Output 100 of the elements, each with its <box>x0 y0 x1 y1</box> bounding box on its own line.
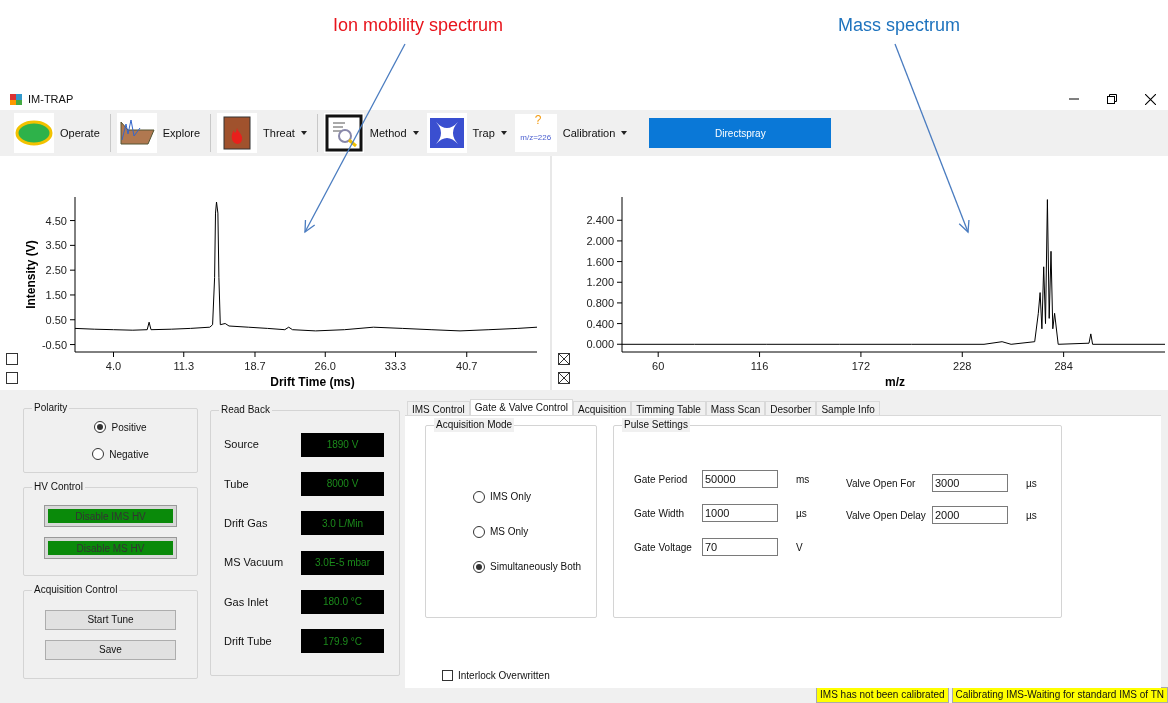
y-tick-label: -0.50 <box>41 338 67 351</box>
caret-icon <box>412 131 419 135</box>
caret-icon <box>500 131 507 135</box>
field-label: Gate Voltage <box>634 540 693 555</box>
y-tick-label: 4.50 <box>45 214 67 227</box>
y-tick-label: 1.50 <box>45 288 67 301</box>
group-title: Acquisition Mode <box>434 418 515 432</box>
field-label: Valve Open For <box>846 476 917 491</box>
directspray-button[interactable]: Directspray <box>649 118 832 148</box>
radio-option[interactable]: Negative <box>92 446 149 462</box>
radio-option[interactable]: Simultaneously Both <box>473 559 596 574</box>
y-axis-title: Intensity (V) <box>24 240 38 309</box>
x-tick-label: 228 <box>953 360 972 372</box>
y-tick-label: 2.000 <box>586 234 614 247</box>
input-field[interactable]: 3000 <box>932 474 1008 492</box>
y-tick-label: 2.50 <box>45 264 67 277</box>
radio-option[interactable]: Positive <box>94 419 147 435</box>
x-tick-label: 60 <box>652 360 665 372</box>
unit-label: µs <box>1026 476 1038 491</box>
caret-icon <box>300 131 307 135</box>
x-tick-label: 26.0 <box>314 360 336 372</box>
annotation-label: Ion mobility spectrum <box>333 14 504 37</box>
action-button[interactable]: Start Tune <box>45 609 176 630</box>
tab[interactable]: IMS Control <box>407 401 470 415</box>
tab[interactable]: Desorber <box>765 401 817 415</box>
group-title: Polarity <box>32 401 70 415</box>
radio-option[interactable]: IMS Only <box>473 489 596 504</box>
x-tick-label: 116 <box>750 360 769 372</box>
x-tick-label: 40.7 <box>456 360 478 372</box>
readback-label: Gas Inlet <box>224 594 270 610</box>
x-tick-label: 284 <box>1054 360 1073 372</box>
tab[interactable]: Gate & Valve Control <box>469 399 573 415</box>
document-magnifier-icon <box>324 114 363 152</box>
toolbar-button[interactable]: Trap <box>426 113 511 153</box>
tab[interactable]: Sample Info <box>816 401 880 415</box>
readback-label: Tube <box>224 476 250 492</box>
radio-option[interactable]: MS Only <box>473 524 596 539</box>
field-label: Gate Period <box>634 472 689 487</box>
readback-label: Drift Tube <box>224 634 273 650</box>
toolbar-button[interactable]: Operate <box>14 113 104 153</box>
restore-icon[interactable] <box>1107 94 1117 104</box>
radio-button[interactable] <box>92 448 105 460</box>
readback-label: Source <box>224 437 260 453</box>
y-tick-label: 0.400 <box>586 317 614 330</box>
toolbar-button[interactable]: Explore <box>116 113 205 153</box>
app-icon <box>10 93 22 105</box>
y-tick-label: 0.50 <box>45 313 67 326</box>
calibration-badge: ? m/z=226 <box>514 114 557 152</box>
action-button[interactable]: Save <box>45 639 176 660</box>
plot-checkbox[interactable] <box>6 372 18 384</box>
y-tick-label: 1.600 <box>586 255 614 268</box>
unit-label: ms <box>796 472 811 487</box>
caret-icon <box>621 131 628 135</box>
x-tick-label: 18.7 <box>244 360 266 372</box>
plot-checkbox[interactable] <box>558 353 570 365</box>
group-title: Pulse Settings <box>622 418 690 432</box>
input-field[interactable]: 50000 <box>702 470 778 488</box>
plot-checkbox[interactable] <box>6 353 18 365</box>
field-label: Valve Open Delay <box>846 508 927 523</box>
toolbar-button[interactable]: ? m/z=226 Calibration <box>514 113 632 153</box>
y-tick-label: 1.200 <box>586 276 614 289</box>
plot-checkbox[interactable] <box>558 372 570 384</box>
close-icon[interactable] <box>1145 93 1156 105</box>
readback-display: 3.0E-5 mbar <box>301 550 384 575</box>
x-tick-label: 172 <box>851 360 871 372</box>
field-label: Gate Width <box>634 506 686 521</box>
x-axis-title: Drift Time (ms) <box>270 375 355 389</box>
input-field[interactable]: 2000 <box>932 506 1008 524</box>
y-tick-label: 0.800 <box>586 296 614 309</box>
tab[interactable]: Mass Scan <box>705 401 766 415</box>
readback-display: 8000 V <box>301 472 384 496</box>
readback-display: 179.9 °C <box>301 629 384 654</box>
readback-display: 3.0 L/Min <box>301 511 384 536</box>
x-tick-label: 11.3 <box>173 360 195 372</box>
toolbar-button[interactable]: Threat <box>217 113 311 153</box>
y-tick-label: 3.50 <box>45 239 67 252</box>
radio-button[interactable] <box>473 490 485 503</box>
input-field[interactable]: 70 <box>702 538 778 556</box>
readback-display: 180.0 °C <box>301 589 384 614</box>
x-tick-label: 4.0 <box>105 360 122 372</box>
input-field[interactable]: 1000 <box>702 504 778 522</box>
toolbar-button[interactable]: Method <box>323 113 423 153</box>
y-tick-label: 2.400 <box>586 214 614 227</box>
annotation-label: Mass spectrum <box>838 14 961 37</box>
window-title: IM-TRAP <box>28 91 74 107</box>
checkbox-label: Interlock Overwritten <box>458 669 550 683</box>
tab[interactable]: Acquisition <box>573 401 632 415</box>
x-axis-title: m/z <box>885 375 905 389</box>
tab[interactable]: Timming Table <box>631 401 706 415</box>
unit-label: µs <box>796 506 808 521</box>
radio-button[interactable] <box>94 421 107 433</box>
unit-label: V <box>796 540 804 555</box>
group-title: Acquisition Control <box>32 583 120 597</box>
x-tick-label: 33.3 <box>384 360 407 372</box>
unit-label: µs <box>1026 508 1038 523</box>
radio-button[interactable] <box>473 525 485 538</box>
checkbox[interactable] <box>442 670 453 681</box>
y-tick-label: 0.000 <box>586 338 614 351</box>
readback-label: MS Vacuum <box>224 555 285 571</box>
radio-button[interactable] <box>473 560 485 573</box>
